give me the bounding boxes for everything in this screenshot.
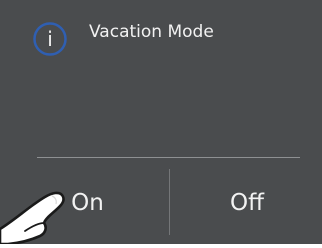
- off-button[interactable]: Off: [170, 170, 322, 236]
- on-button[interactable]: On: [0, 170, 169, 236]
- info-icon: i: [33, 22, 67, 56]
- dialog-title: Vacation Mode: [89, 22, 214, 42]
- horizontal-divider: [37, 157, 300, 158]
- on-button-label: On: [71, 190, 104, 216]
- vacation-mode-dialog: i Vacation Mode On Off: [0, 0, 322, 246]
- info-icon-glyph: i: [47, 27, 53, 51]
- off-button-label: Off: [230, 190, 264, 216]
